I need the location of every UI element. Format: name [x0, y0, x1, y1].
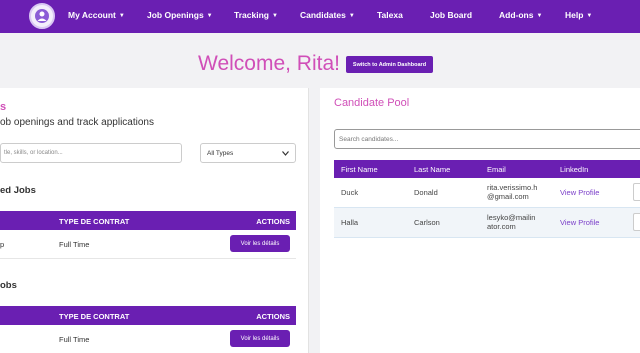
chevron-down-icon: ▼: [586, 13, 593, 19]
view-details-button[interactable]: Voir les détails: [230, 330, 290, 347]
welcome-title: Welcome, Rita!: [198, 52, 340, 75]
header-linkedin: LinkedIn: [560, 165, 589, 174]
view-profile-link[interactable]: View Profile: [560, 188, 599, 197]
search-placeholder: Search candidates...: [339, 135, 399, 143]
candidate-pool-title: Candidate Pool: [334, 97, 410, 109]
search-placeholder: tle, skills, or location...: [4, 150, 63, 156]
chevron-down-icon: ▼: [536, 13, 543, 19]
chevron-down-icon: ▼: [118, 13, 125, 19]
nav-my-account[interactable]: My Account ▼: [68, 10, 125, 20]
nav-job-openings[interactable]: Job Openings ▼: [147, 10, 213, 20]
nav-label: Job Board: [430, 10, 473, 20]
view-details-button[interactable]: Voir les détails: [230, 235, 290, 252]
nav-label: Add-ons: [499, 10, 534, 20]
table-header: TYPE DE CONTRAT ACTIONS: [0, 211, 296, 230]
nav-help[interactable]: Help ▼: [565, 10, 592, 20]
chevron-down-icon: ▼: [271, 13, 278, 19]
email-cell: lesyko@mailin ator.com: [487, 213, 536, 231]
jobs-panel: s ob openings and track applications tle…: [0, 88, 309, 353]
row-action-box[interactable]: [633, 213, 640, 231]
contract-type-cell: Full Time: [59, 240, 90, 249]
row-action-box[interactable]: [633, 183, 640, 201]
view-profile-link[interactable]: View Profile: [560, 218, 599, 227]
first-name-cell: Halla: [341, 218, 359, 227]
logo-icon[interactable]: [29, 3, 55, 29]
candidate-table-header: First Name Last Name Email LinkedIn: [334, 160, 640, 178]
nav-label: My Account: [68, 10, 116, 20]
section-title: obs: [0, 280, 17, 291]
nav-job-board[interactable]: Job Board: [430, 10, 472, 20]
job-title-cell: p: [0, 240, 5, 249]
header-actions: ACTIONS: [256, 312, 290, 321]
candidate-search-input[interactable]: Search candidates...: [334, 129, 640, 149]
nav-label: Candidates: [300, 10, 346, 20]
chevron-down-icon: ▼: [348, 13, 355, 19]
last-name-cell: Carlson: [414, 218, 440, 227]
table-row: Duck Donald rita.verissimo.h @gmail.com …: [334, 178, 640, 208]
header-actions: ACTIONS: [256, 217, 290, 226]
table-header: TYPE DE CONTRAT ACTIONS: [0, 306, 296, 325]
jobs-subtitle: ob openings and track applications: [0, 117, 154, 128]
section-title: ed Jobs: [0, 185, 36, 196]
table-row: Full Time Voir les détails: [0, 325, 296, 353]
select-value: All Types: [207, 149, 234, 157]
nav-label: Talexa: [377, 10, 403, 20]
header-contract-type: TYPE DE CONTRAT: [59, 217, 130, 226]
nav-add-ons[interactable]: Add-ons ▼: [499, 10, 542, 20]
chevron-down-icon: [282, 150, 289, 156]
last-name-cell: Donald: [414, 188, 438, 197]
nav-tracking[interactable]: Tracking ▼: [234, 10, 278, 20]
nav-label: Help: [565, 10, 584, 20]
nav-talexa[interactable]: Talexa: [377, 10, 403, 20]
table-row: p Full Time Voir les détails: [0, 230, 296, 259]
header-last-name: Last Name: [414, 165, 451, 174]
nav-label: Tracking: [234, 10, 269, 20]
switch-admin-dashboard-button[interactable]: Switch to Admin Dashboard: [346, 56, 433, 73]
contract-type-cell: Full Time: [59, 335, 90, 344]
nav-label: Job Openings: [147, 10, 204, 20]
job-search-input[interactable]: tle, skills, or location...: [0, 143, 182, 163]
chevron-down-icon: ▼: [206, 13, 213, 19]
header-contract-type: TYPE DE CONTRAT: [59, 312, 130, 321]
jobs-heading: s: [0, 101, 7, 113]
table-row: Halla Carlson lesyko@mailin ator.com Vie…: [334, 208, 640, 238]
email-cell: rita.verissimo.h @gmail.com: [487, 183, 538, 201]
header-first-name: First Name: [341, 165, 378, 174]
job-type-select[interactable]: All Types: [200, 143, 296, 163]
nav-candidates[interactable]: Candidates ▼: [300, 10, 355, 20]
first-name-cell: Duck: [341, 188, 359, 197]
candidate-pool-panel: Candidate Pool Search candidates... Firs…: [320, 88, 640, 353]
header-email: Email: [487, 165, 506, 174]
top-navbar: My Account ▼ Job Openings ▼ Tracking ▼ Cand…: [0, 0, 640, 33]
